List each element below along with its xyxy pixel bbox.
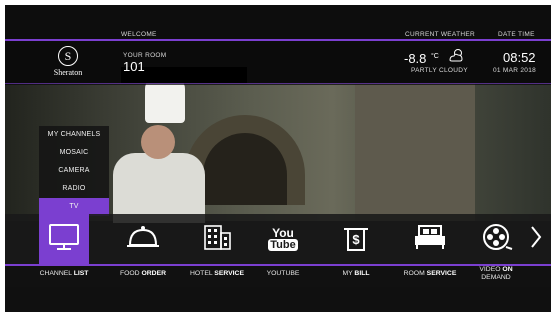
logo-emblem: S <box>58 46 78 66</box>
next-arrow-button[interactable] <box>525 214 547 264</box>
logo-wordmark: Sheraton <box>53 68 83 77</box>
brick-wall <box>355 83 475 221</box>
hotel-icon <box>199 221 235 258</box>
bill-icon: $ <box>338 223 374 255</box>
bill-icon-symbol: $ <box>352 232 360 247</box>
cloche-icon <box>125 221 161 258</box>
tv-icon <box>46 221 82 258</box>
bed-icon <box>412 221 448 258</box>
food-order-button[interactable] <box>118 214 168 264</box>
partly-cloudy-icon <box>447 47 465 68</box>
clock-time: 08:52 <box>503 50 536 65</box>
datetime-label: DATE TIME <box>498 31 535 38</box>
temperature: -8.8 <box>404 51 427 66</box>
menu-item-my-channels[interactable]: MY CHANNELS <box>39 126 109 144</box>
bottom-bar <box>5 287 551 312</box>
my-bill-button[interactable]: $ <box>331 214 381 264</box>
room-service-button[interactable] <box>405 214 455 264</box>
hotel-service-button[interactable] <box>192 214 242 264</box>
youtube-icon: You Tube <box>268 226 298 251</box>
menu-item-camera[interactable]: CAMERA <box>39 162 109 180</box>
temp-unit: °C <box>431 53 439 60</box>
caption-channel-list[interactable]: CHANNEL LIST <box>19 270 109 278</box>
info-divider <box>5 83 551 84</box>
menu-item-mosaic[interactable]: MOSAIC <box>39 144 109 162</box>
film-reel-icon <box>478 221 514 258</box>
sheraton-logo: S Sheraton <box>45 46 91 82</box>
youtube-icon-bottom: Tube <box>268 239 298 251</box>
welcome-label: WELCOME <box>121 31 157 38</box>
clock-date: 01 MAR 2018 <box>493 67 537 74</box>
youtube-button[interactable]: You Tube <box>258 214 308 264</box>
chevron-right-icon <box>529 221 543 258</box>
chef-head <box>141 125 175 159</box>
weather-label: CURRENT WEATHER <box>405 31 475 38</box>
chef-figure <box>113 153 205 223</box>
channel-list-button[interactable] <box>39 214 89 264</box>
menu-item-radio[interactable]: RADIO <box>39 180 109 198</box>
tv-screen: WELCOME CURRENT WEATHER DATE TIME S Sher… <box>5 5 551 312</box>
room-number: 101 <box>123 59 145 74</box>
youtube-icon-top: You <box>272 226 294 240</box>
caption-video-on-demand[interactable]: VIDEO ON DEMAND <box>451 266 541 282</box>
tv-submenu: MY CHANNELS MOSAIC CAMERA RADIO TV <box>39 126 109 216</box>
room-label: YOUR ROOM <box>123 52 167 59</box>
weather-condition: PARTLY CLOUDY <box>411 67 468 74</box>
video-on-demand-button[interactable] <box>471 214 521 264</box>
